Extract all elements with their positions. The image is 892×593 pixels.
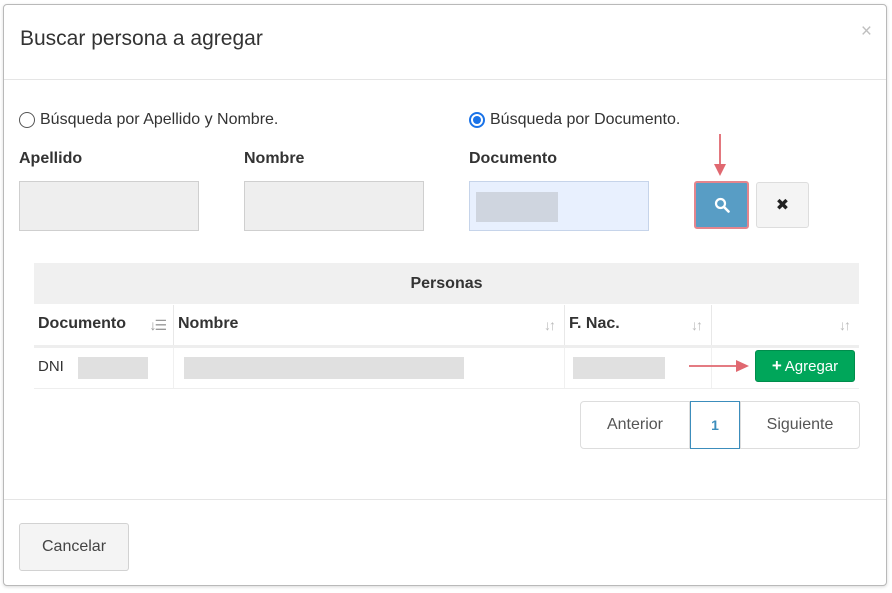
table-header: Documento ↓☰ Nombre ↓↑ F. Nac. ↓↑ ↓↑ <box>34 304 859 348</box>
cell-nombre <box>174 348 565 388</box>
times-icon: ✖ <box>775 197 790 214</box>
sort-icon: ↓↑ <box>691 317 703 333</box>
clear-button[interactable]: ✖ <box>756 182 809 228</box>
apellido-label: Apellido <box>19 150 83 167</box>
pagination-previous[interactable]: Anterior <box>580 401 690 449</box>
redacted-name <box>184 357 464 379</box>
redacted-document-number <box>78 357 148 379</box>
plus-icon: + <box>771 356 782 375</box>
cancel-button[interactable]: Cancelar <box>19 523 129 571</box>
nombre-label: Nombre <box>244 150 305 167</box>
table-title: Personas <box>34 263 859 304</box>
column-header-documento[interactable]: Documento ↓☰ <box>34 305 174 345</box>
search-person-modal: Buscar persona a agregar × Búsqueda por … <box>3 4 887 586</box>
radio-unchecked-icon[interactable] <box>19 112 35 128</box>
pagination: Anterior 1 Siguiente <box>580 401 860 449</box>
cell-documento: DNI <box>34 348 174 388</box>
apellido-input[interactable] <box>19 181 199 231</box>
column-header-nombre[interactable]: Nombre ↓↑ <box>174 305 565 345</box>
table-row: DNI <box>34 348 859 389</box>
radio-checked-icon[interactable] <box>469 112 485 128</box>
pagination-next[interactable]: Siguiente <box>740 401 860 449</box>
radio-label-document: Búsqueda por Documento. <box>490 111 681 128</box>
documento-input[interactable] <box>469 181 649 231</box>
sort-icon: ↓↑ <box>839 317 851 333</box>
modal-title: Buscar persona a agregar <box>20 27 263 50</box>
radio-search-by-name[interactable]: Búsqueda por Apellido y Nombre. <box>19 111 278 129</box>
sort-asc-icon: ↓☰ <box>149 317 167 333</box>
documento-label: Documento <box>469 150 557 167</box>
modal-footer-divider <box>4 499 886 500</box>
cell-fnac <box>565 348 712 388</box>
radio-label-name: Búsqueda por Apellido y Nombre. <box>40 111 279 128</box>
nombre-input[interactable] <box>244 181 424 231</box>
column-header-fnac[interactable]: F. Nac. ↓↑ <box>565 305 712 345</box>
add-button-label: Agregar <box>784 357 839 375</box>
add-person-button[interactable]: + Agregar <box>755 350 855 382</box>
close-icon[interactable]: × <box>861 21 872 43</box>
redacted-document-value <box>476 192 558 222</box>
radio-search-by-document[interactable]: Búsqueda por Documento. <box>469 111 680 129</box>
search-icon <box>714 197 730 213</box>
modal-header: Buscar persona a agregar × <box>4 5 886 80</box>
redacted-birthdate <box>573 357 665 379</box>
personas-table: Personas Documento ↓☰ Nombre ↓↑ F. Nac. … <box>34 263 859 389</box>
sort-icon: ↓↑ <box>544 317 556 333</box>
pagination-page-current[interactable]: 1 <box>690 401 740 449</box>
search-button[interactable] <box>694 181 749 229</box>
column-header-actions[interactable]: ↓↑ <box>712 305 859 345</box>
